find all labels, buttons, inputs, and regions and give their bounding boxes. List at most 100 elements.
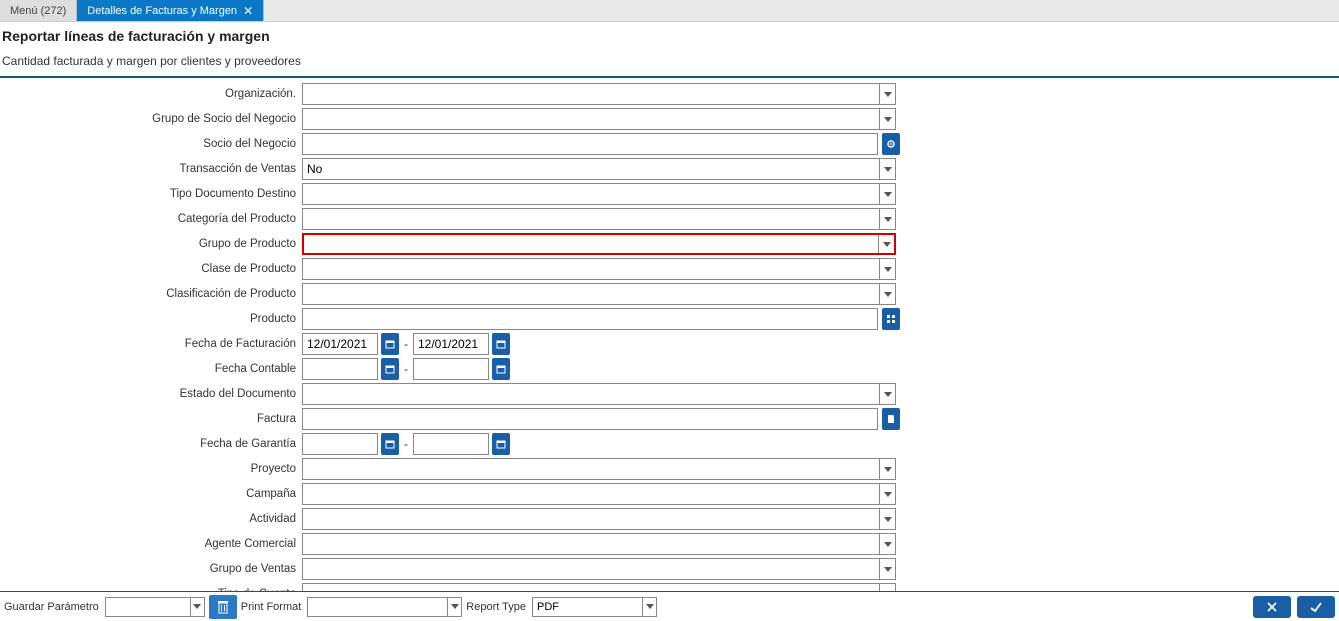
estado-documento-input[interactable] xyxy=(302,383,896,405)
clasificacion-producto-input[interactable] xyxy=(302,283,896,305)
transaccion-ventas-combo[interactable] xyxy=(302,158,896,180)
chevron-down-icon[interactable] xyxy=(879,484,895,504)
tab-menu[interactable]: Menú (272) xyxy=(0,0,77,21)
calendar-button[interactable] xyxy=(492,333,510,355)
factura-input[interactable] xyxy=(302,408,878,430)
tabs-bar: Menú (272) Detalles de Facturas y Margen… xyxy=(0,0,1339,22)
calendar-button[interactable] xyxy=(381,433,399,455)
chevron-down-icon[interactable] xyxy=(879,259,895,279)
chevron-down-icon[interactable] xyxy=(879,459,895,479)
tipo-cuenta-combo[interactable] xyxy=(302,583,896,591)
label-categoria-producto: Categoría del Producto xyxy=(0,213,302,225)
delete-button[interactable] xyxy=(209,595,237,619)
print-format-combo[interactable] xyxy=(307,597,462,617)
producto-lookup-button[interactable] xyxy=(882,308,900,330)
chevron-down-icon[interactable] xyxy=(879,159,895,179)
actividad-combo[interactable] xyxy=(302,508,896,530)
transaccion-ventas-input[interactable] xyxy=(302,158,896,180)
clase-producto-input[interactable] xyxy=(302,258,896,280)
grupo-socio-input[interactable] xyxy=(302,108,896,130)
label-estado-documento: Estado del Documento xyxy=(0,388,302,400)
chevron-down-icon[interactable] xyxy=(878,235,894,253)
chevron-down-icon[interactable] xyxy=(879,209,895,229)
campana-input[interactable] xyxy=(302,483,896,505)
estado-documento-combo[interactable] xyxy=(302,383,896,405)
fecha-facturacion-from-input[interactable] xyxy=(302,333,378,355)
factura-lookup-button[interactable] xyxy=(882,408,900,430)
fecha-contable-to-input[interactable] xyxy=(413,358,489,380)
chevron-down-icon[interactable] xyxy=(879,109,895,129)
clasificacion-producto-combo[interactable] xyxy=(302,283,896,305)
tipo-doc-destino-input[interactable] xyxy=(302,183,896,205)
grupo-socio-combo[interactable] xyxy=(302,108,896,130)
calendar-icon xyxy=(385,439,395,449)
form-scroll-area[interactable]: Organización. Grupo de Socio del Negocio… xyxy=(0,80,1339,591)
label-fecha-contable: Fecha Contable xyxy=(0,363,302,375)
organizacion-combo[interactable] xyxy=(302,83,896,105)
chevron-down-icon[interactable] xyxy=(879,384,895,404)
chevron-down-icon[interactable] xyxy=(879,509,895,529)
proyecto-input[interactable] xyxy=(302,458,896,480)
socio-input[interactable] xyxy=(302,133,878,155)
tipo-cuenta-input[interactable] xyxy=(302,583,896,591)
report-type-input[interactable] xyxy=(532,597,657,617)
campana-combo[interactable] xyxy=(302,483,896,505)
print-format-input[interactable] xyxy=(307,597,462,617)
tab-menu-label: Menú (272) xyxy=(10,5,66,17)
producto-input[interactable] xyxy=(302,308,878,330)
calendar-button[interactable] xyxy=(492,358,510,380)
chevron-down-icon[interactable] xyxy=(879,534,895,554)
check-icon xyxy=(1309,600,1323,614)
label-factura: Factura xyxy=(0,413,302,425)
agente-comercial-combo[interactable] xyxy=(302,533,896,555)
clase-producto-combo[interactable] xyxy=(302,258,896,280)
report-type-label: Report Type xyxy=(466,601,528,613)
chevron-down-icon[interactable] xyxy=(190,598,204,616)
page-title: Reportar líneas de facturación y margen xyxy=(2,28,1337,44)
trash-icon xyxy=(217,600,229,614)
label-transaccion-ventas: Transacción de Ventas xyxy=(0,163,302,175)
calendar-icon xyxy=(385,339,395,349)
report-type-combo[interactable] xyxy=(532,597,657,617)
actividad-input[interactable] xyxy=(302,508,896,530)
grupo-ventas-input[interactable] xyxy=(302,558,896,580)
confirm-button[interactable] xyxy=(1297,596,1335,618)
chevron-down-icon[interactable] xyxy=(879,559,895,579)
label-tipo-doc-destino: Tipo Documento Destino xyxy=(0,188,302,200)
categoria-producto-combo[interactable] xyxy=(302,208,896,230)
range-separator: - xyxy=(402,437,410,451)
organizacion-input[interactable] xyxy=(302,83,896,105)
label-clasificacion-producto: Clasificación de Producto xyxy=(0,288,302,300)
label-producto: Producto xyxy=(0,313,302,325)
socio-lookup-button[interactable] xyxy=(882,133,900,155)
guardar-parametro-combo[interactable] xyxy=(105,597,205,617)
calendar-button[interactable] xyxy=(492,433,510,455)
grupo-producto-combo[interactable] xyxy=(302,233,896,255)
print-format-label: Print Format xyxy=(241,601,304,613)
range-separator: - xyxy=(402,337,410,351)
chevron-down-icon[interactable] xyxy=(447,598,461,616)
chevron-down-icon[interactable] xyxy=(642,598,656,616)
chevron-down-icon[interactable] xyxy=(879,284,895,304)
categoria-producto-input[interactable] xyxy=(302,208,896,230)
tipo-doc-destino-combo[interactable] xyxy=(302,183,896,205)
proyecto-combo[interactable] xyxy=(302,458,896,480)
tab-detalles-facturas[interactable]: Detalles de Facturas y Margen ✕ xyxy=(77,0,264,21)
grupo-producto-input[interactable] xyxy=(302,233,896,255)
close-icon[interactable]: ✕ xyxy=(243,4,253,18)
chevron-down-icon[interactable] xyxy=(879,184,895,204)
chevron-down-icon[interactable] xyxy=(879,584,895,591)
grupo-ventas-combo[interactable] xyxy=(302,558,896,580)
cancel-button[interactable] xyxy=(1253,596,1291,618)
fecha-facturacion-to-input[interactable] xyxy=(413,333,489,355)
range-separator: - xyxy=(402,362,410,376)
page-subtitle: Cantidad facturada y margen por clientes… xyxy=(2,54,1337,68)
fecha-contable-from-input[interactable] xyxy=(302,358,378,380)
calendar-button[interactable] xyxy=(381,358,399,380)
fecha-garantia-to-input[interactable] xyxy=(413,433,489,455)
label-grupo-producto: Grupo de Producto xyxy=(0,238,302,250)
calendar-button[interactable] xyxy=(381,333,399,355)
fecha-garantia-from-input[interactable] xyxy=(302,433,378,455)
chevron-down-icon[interactable] xyxy=(879,84,895,104)
agente-comercial-input[interactable] xyxy=(302,533,896,555)
